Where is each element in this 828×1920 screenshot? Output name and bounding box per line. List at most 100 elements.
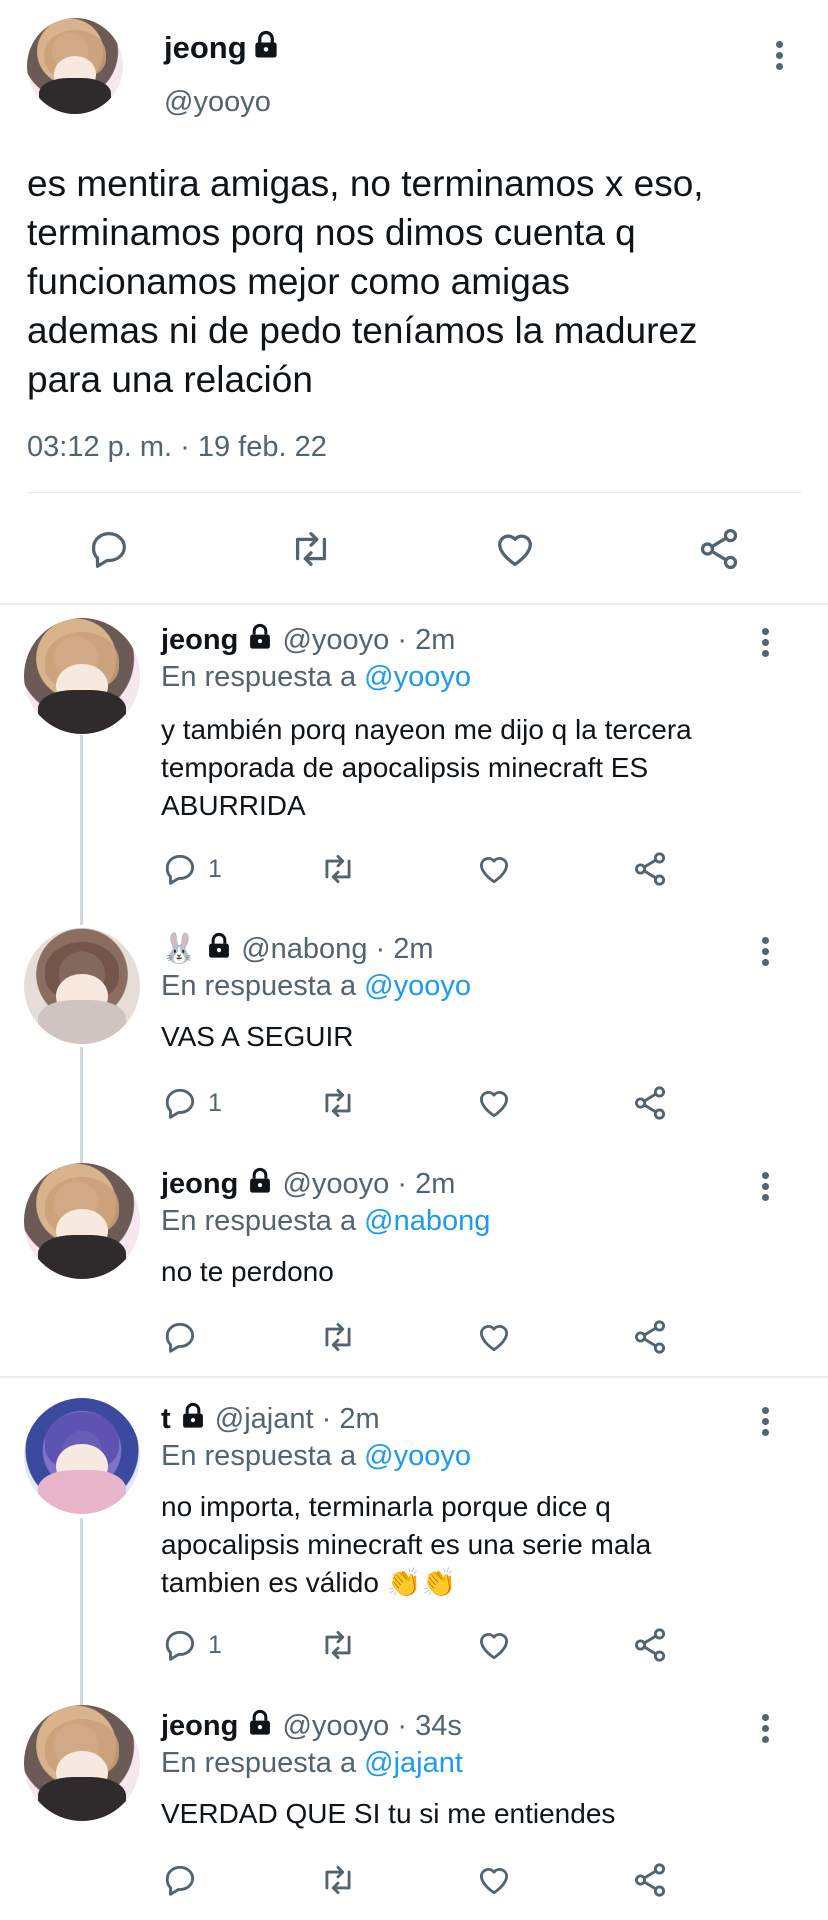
replying-to: En respuesta a @nabong bbox=[161, 1205, 490, 1238]
share-icon[interactable] bbox=[631, 1861, 669, 1899]
reply-text: y también porq nayeon me dijo q la terce… bbox=[161, 714, 692, 821]
replying-to: En respuesta a @yooyo bbox=[161, 1440, 471, 1473]
more-options-icon[interactable] bbox=[760, 624, 770, 664]
reply-icon[interactable] bbox=[161, 1084, 199, 1122]
reply-author-handle[interactable]: @yooyo bbox=[282, 624, 389, 656]
thread-line bbox=[80, 735, 83, 925]
replying-to-label: En respuesta a bbox=[161, 970, 357, 1002]
more-options-icon[interactable] bbox=[760, 1403, 770, 1443]
main-tweet-timestamp[interactable]: 03:12 p. m. · 19 feb. 22 bbox=[27, 431, 327, 464]
like-icon[interactable] bbox=[475, 1318, 513, 1356]
lock-icon bbox=[255, 30, 277, 58]
reply-header: t @jajant · 2m bbox=[161, 1402, 380, 1436]
reply-author-name[interactable]: jeong bbox=[161, 624, 238, 656]
reply-author-name[interactable]: t bbox=[161, 1403, 171, 1435]
reply-icon[interactable] bbox=[161, 1626, 199, 1664]
divider bbox=[27, 492, 801, 493]
reply-avatar[interactable] bbox=[24, 1398, 140, 1514]
reply-text: VAS A SEGUIR bbox=[161, 1021, 354, 1052]
reply-time: · 2m bbox=[321, 1403, 380, 1435]
like-icon[interactable] bbox=[475, 1626, 513, 1664]
reply-count: 1 bbox=[208, 1089, 222, 1117]
main-author-name[interactable]: jeong bbox=[164, 30, 247, 65]
replying-to: En respuesta a @yooyo bbox=[161, 661, 471, 694]
more-options-icon[interactable] bbox=[760, 1710, 770, 1750]
lock-icon bbox=[250, 1167, 271, 1193]
like-icon[interactable] bbox=[492, 526, 538, 572]
retweet-icon[interactable] bbox=[288, 526, 334, 572]
reply-text: VERDAD QUE SI tu si me entiendes bbox=[161, 1798, 616, 1829]
reply-count: 1 bbox=[208, 1631, 222, 1659]
main-tweet-text: es mentira amigas, no terminamos x eso, … bbox=[27, 163, 704, 400]
section-divider bbox=[0, 1376, 828, 1378]
more-options-icon[interactable] bbox=[760, 1168, 770, 1208]
lock-icon bbox=[209, 932, 230, 958]
replying-to-mention[interactable]: @jajant bbox=[364, 1747, 463, 1779]
avatar-body bbox=[37, 1469, 127, 1514]
reply-text: no te perdono bbox=[161, 1256, 334, 1287]
like-icon[interactable] bbox=[475, 850, 513, 888]
replying-to-mention[interactable]: @yooyo bbox=[364, 1440, 471, 1472]
lock-icon bbox=[250, 623, 271, 649]
reply-count: 1 bbox=[208, 855, 222, 883]
reply-header: jeong @yooyo · 34s bbox=[161, 1709, 462, 1743]
reply-header: 🐰 @nabong · 2m bbox=[161, 932, 434, 966]
share-icon[interactable] bbox=[631, 1084, 669, 1122]
more-options-icon[interactable] bbox=[774, 37, 784, 77]
replying-to-label: En respuesta a bbox=[161, 1440, 357, 1472]
retweet-icon[interactable] bbox=[319, 850, 357, 888]
replying-to-mention[interactable]: @yooyo bbox=[364, 970, 471, 1002]
replying-to-label: En respuesta a bbox=[161, 1747, 357, 1779]
share-icon[interactable] bbox=[631, 850, 669, 888]
avatar-body bbox=[37, 999, 127, 1044]
replying-to-mention[interactable]: @nabong bbox=[364, 1205, 490, 1237]
reply-avatar[interactable] bbox=[24, 1705, 140, 1821]
thread-line bbox=[80, 1518, 83, 1708]
reply-author-handle[interactable]: @jajant bbox=[215, 1403, 314, 1435]
share-icon[interactable] bbox=[631, 1626, 669, 1664]
reply-author-handle[interactable]: @yooyo bbox=[282, 1168, 389, 1200]
reply-time: · 2m bbox=[375, 933, 434, 965]
tweet-thread-page: jeong @yooyo es mentira amigas, no termi… bbox=[0, 0, 828, 1920]
section-divider bbox=[0, 603, 828, 605]
replying-to-label: En respuesta a bbox=[161, 1205, 357, 1237]
share-icon[interactable] bbox=[631, 1318, 669, 1356]
avatar-body bbox=[37, 1234, 127, 1279]
reply-author-handle[interactable]: @nabong bbox=[241, 933, 367, 965]
retweet-icon[interactable] bbox=[319, 1626, 357, 1664]
retweet-icon[interactable] bbox=[319, 1861, 357, 1899]
replying-to-mention[interactable]: @yooyo bbox=[364, 661, 471, 693]
replying-to: En respuesta a @jajant bbox=[161, 1747, 463, 1780]
reply-author-handle[interactable]: @yooyo bbox=[282, 1710, 389, 1742]
replying-to: En respuesta a @yooyo bbox=[161, 970, 471, 1003]
thread-line bbox=[80, 1047, 83, 1177]
reply-author-name[interactable]: jeong bbox=[161, 1710, 238, 1742]
lock-icon bbox=[182, 1402, 203, 1428]
retweet-icon[interactable] bbox=[319, 1084, 357, 1122]
reply-icon[interactable] bbox=[86, 526, 132, 572]
avatar-body bbox=[37, 689, 127, 734]
main-author-handle[interactable]: @yooyo bbox=[164, 86, 271, 119]
share-icon[interactable] bbox=[696, 526, 742, 572]
reply-avatar[interactable] bbox=[24, 928, 140, 1044]
reply-icon[interactable] bbox=[161, 850, 199, 888]
reply-header: jeong @yooyo · 2m bbox=[161, 623, 455, 657]
reply-header: jeong @yooyo · 2m bbox=[161, 1167, 455, 1201]
reply-icon[interactable] bbox=[161, 1318, 199, 1356]
reply-time: · 34s bbox=[397, 1710, 462, 1742]
replying-to-label: En respuesta a bbox=[161, 661, 357, 693]
more-options-icon[interactable] bbox=[760, 933, 770, 973]
retweet-icon[interactable] bbox=[319, 1318, 357, 1356]
reply-time: · 2m bbox=[397, 624, 456, 656]
reply-text: no importa, terminarla porque dice q apo… bbox=[161, 1491, 652, 1598]
reply-avatar[interactable] bbox=[24, 1163, 140, 1279]
like-icon[interactable] bbox=[475, 1861, 513, 1899]
avatar-body bbox=[38, 77, 112, 114]
reply-author-name[interactable]: jeong bbox=[161, 1168, 238, 1200]
reply-author-name[interactable]: 🐰 bbox=[161, 933, 197, 965]
main-avatar[interactable] bbox=[27, 18, 123, 114]
reply-icon[interactable] bbox=[161, 1861, 199, 1899]
like-icon[interactable] bbox=[475, 1084, 513, 1122]
reply-avatar[interactable] bbox=[24, 618, 140, 734]
main-author-row: jeong bbox=[164, 30, 281, 66]
